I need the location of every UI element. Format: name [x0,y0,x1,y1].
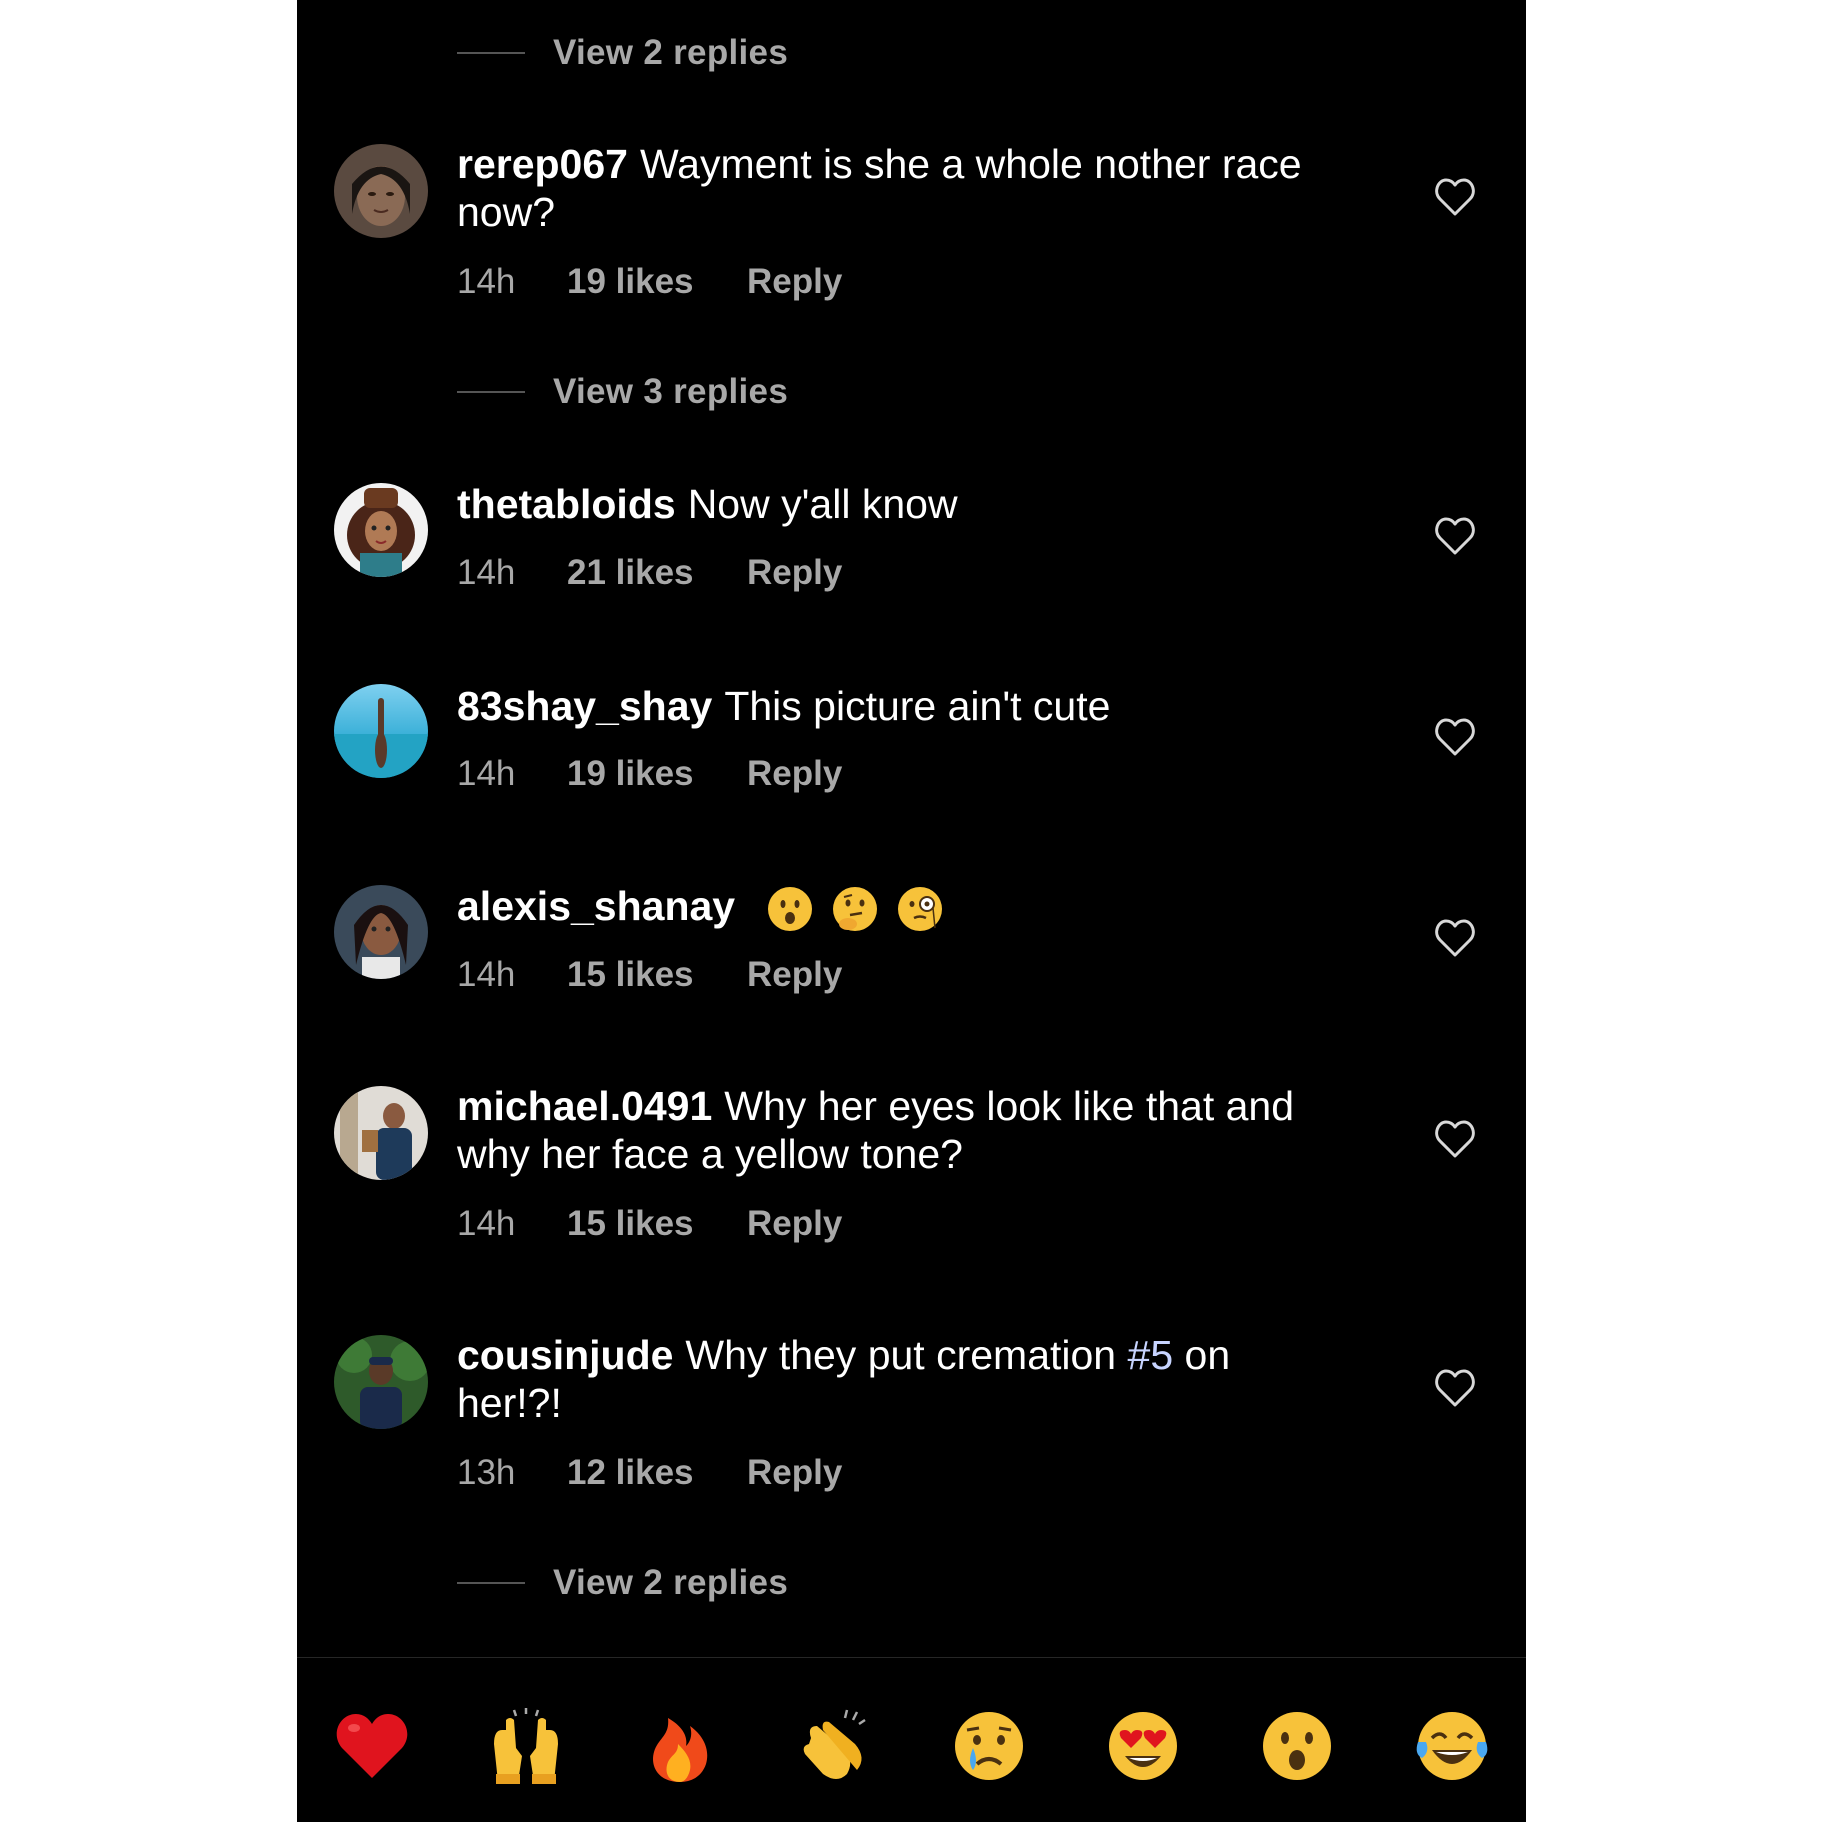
hashtag-link[interactable]: #5 [1128,1332,1174,1378]
reply-button[interactable]: Reply [747,1204,842,1244]
heart-eyes-face-icon[interactable] [1105,1708,1181,1784]
like-heart-icon[interactable] [1434,516,1476,556]
comment-time: 14h [457,1204,516,1243]
view-replies-button[interactable]: View 2 replies [457,1563,788,1603]
comment-meta: 14h 15 likes Reply [457,1204,842,1244]
comment-likes[interactable]: 19 likes [567,262,747,302]
comment-meta: 14h 19 likes Reply [457,754,842,794]
reply-button[interactable]: Reply [747,955,842,995]
view-replies-button[interactable]: View 3 replies [457,372,788,412]
replies-divider-line [457,1582,525,1584]
comment-body: michael.0491 Why her eyes look like that … [457,1082,1357,1178]
like-heart-icon[interactable] [1434,1119,1476,1159]
view-replies-button[interactable]: View 2 replies [457,33,788,73]
avatar[interactable] [334,684,428,778]
comment-body: thetabloids Now y'all know [457,480,1357,528]
comment-time: 14h [457,754,516,793]
hushed-face-emoji [767,887,812,932]
hushed-face-icon[interactable] [1259,1708,1335,1784]
quick-reactions-bar [297,1657,1526,1822]
comment-text-continued: why her face a yellow tone? [457,1131,963,1177]
comment-username[interactable]: cousinjude [457,1332,673,1378]
red-heart-icon[interactable] [334,1708,410,1784]
comment-time: 13h [457,1453,516,1492]
reply-button[interactable]: Reply [747,553,842,593]
comment-time: 14h [457,955,516,994]
comment-text: Now y'all know [687,481,958,527]
comment-likes[interactable]: 12 likes [567,1453,747,1493]
comment-username[interactable]: 83shay_shay [457,683,712,729]
avatar[interactable] [334,1086,428,1180]
comment-likes[interactable]: 15 likes [567,955,747,995]
like-heart-icon[interactable] [1434,717,1476,757]
avatar[interactable] [334,483,428,577]
comment-text: Why they put cremation [685,1332,1117,1378]
comment-meta: 14h 15 likes Reply [457,955,842,995]
clapping-hands-icon[interactable] [797,1708,873,1784]
comment-likes[interactable]: 19 likes [567,754,747,794]
fire-icon[interactable] [642,1708,718,1784]
replies-divider-line [457,391,525,393]
comment-username[interactable]: thetabloids [457,481,676,527]
comment-meta: 14h 19 likes Reply [457,262,842,302]
comment-text: Wayment is she a whole nother race [639,141,1302,187]
comment-body: 83shay_shay This picture ain't cute [457,682,1357,730]
avatar[interactable] [334,1335,428,1429]
comment-username[interactable]: alexis_shanay [457,883,735,929]
comment-text-after-hashtag: on [1184,1332,1231,1378]
like-heart-icon[interactable] [1434,1368,1476,1408]
comment-username[interactable]: michael.0491 [457,1083,712,1129]
comment-text: Why her eyes look like that and [724,1083,1295,1129]
view-replies-label: View 3 replies [553,372,789,411]
comment-likes[interactable]: 15 likes [567,1204,747,1244]
comment-text-continued: now? [457,189,556,235]
comment-text: This picture ain't cute [724,683,1111,729]
crying-face-icon[interactable] [951,1708,1027,1784]
comment-body: cousinjude Why they put cremation #5 on h… [457,1331,1357,1427]
tears-of-joy-face-icon[interactable] [1414,1708,1490,1784]
like-heart-icon[interactable] [1434,918,1476,958]
view-replies-label: View 2 replies [553,33,789,72]
comment-body: alexis_shanay [457,882,1357,932]
comment-time: 14h [457,553,516,592]
comment-meta: 13h 12 likes Reply [457,1453,842,1493]
comment-meta: 14h 21 likes Reply [457,553,842,593]
comment-likes[interactable]: 21 likes [567,553,747,593]
avatar[interactable] [334,144,428,238]
view-replies-label: View 2 replies [553,1563,789,1602]
raising-hands-icon[interactable] [488,1708,564,1784]
face-with-monocle-emoji [898,887,943,932]
avatar[interactable] [334,885,428,979]
comment-text-continued: her!?! [457,1380,562,1426]
reply-button[interactable]: Reply [747,754,842,794]
comment-time: 14h [457,262,516,301]
replies-divider-line [457,52,525,54]
comments-screen: View 2 replies rerep067 Wayment is she a … [297,0,1526,1822]
like-heart-icon[interactable] [1434,177,1476,217]
reply-button[interactable]: Reply [747,1453,842,1493]
comment-body: rerep067 Wayment is she a whole nother ra… [457,140,1357,236]
thinking-face-emoji [832,887,877,932]
reply-button[interactable]: Reply [747,262,842,302]
comment-username[interactable]: rerep067 [457,141,628,187]
